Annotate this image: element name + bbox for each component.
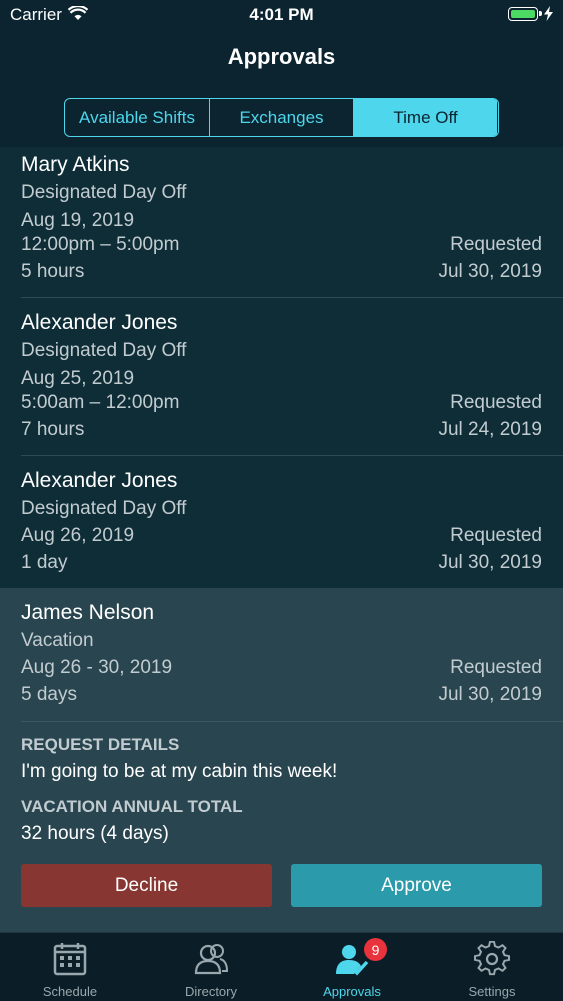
request-item[interactable]: Alexander Jones Designated Day Off Aug 2… [0,456,563,588]
employee-name: Alexander Jones [21,311,178,334]
request-date: Aug 25, 2019 [21,368,135,389]
approve-button[interactable]: Approve [291,864,542,907]
request-type: Designated Day Off [21,498,187,519]
request-details-label: REQUEST DETAILS [21,735,180,754]
request-type: Vacation [21,630,94,651]
request-duration: 1 day [21,552,68,573]
request-date: Aug 26, 2019 [21,525,135,546]
request-time: 12:00pm – 5:00pm [21,234,180,255]
divider [21,721,563,722]
tab-label: Approvals [323,984,381,999]
calendar-icon [53,943,87,976]
decline-button[interactable]: Decline [21,864,272,907]
status-label: Requested [450,234,542,255]
status-label: Requested [450,392,542,413]
status-label: Requested [450,525,542,546]
status-time: 4:01 PM [249,5,314,24]
segmented-control: Available Shifts Exchanges Time Off [64,98,499,137]
employee-name: James Nelson [21,601,155,624]
tab-settings[interactable]: Settings [422,933,562,1001]
tab-label: Settings [468,984,516,999]
annual-total-value: 32 hours (4 days) [21,823,169,844]
gear-icon [474,941,510,976]
request-duration: 5 days [21,684,77,705]
request-date: Aug 19, 2019 [21,210,135,231]
tab-bar: Schedule Directory 9 Approvals Settings [0,932,563,1001]
request-item[interactable]: Alexander Jones Designated Day Off Aug 2… [0,298,563,456]
tab-directory[interactable]: Directory [141,933,281,1001]
request-type: Designated Day Off [21,182,187,203]
status-bar: Carrier 4:01 PM [0,0,563,30]
segment-available-shifts[interactable]: Available Shifts [65,99,210,136]
page-title: Approvals [227,44,336,69]
request-type: Designated Day Off [21,340,187,361]
segment-time-off[interactable]: Time Off [354,99,497,136]
charging-icon [544,6,553,21]
request-details-text: I'm going to be at my cabin this week! [21,761,338,782]
request-duration: 7 hours [21,419,85,440]
employee-name: Alexander Jones [21,469,178,492]
tab-label: Directory [184,984,237,999]
request-date: Aug 26 - 30, 2019 [21,657,173,678]
status-date: Jul 30, 2019 [438,261,542,282]
segment-exchanges[interactable]: Exchanges [210,99,354,136]
status-date: Jul 30, 2019 [438,552,542,573]
request-item[interactable]: Mary Atkins Designated Day Off Aug 19, 2… [0,147,563,298]
request-list: Mary Atkins Designated Day Off Aug 19, 2… [0,147,563,933]
status-date: Jul 24, 2019 [438,419,542,440]
tab-label: Schedule [42,984,98,999]
annual-total-label: VACATION ANNUAL TOTAL [21,797,243,816]
employee-name: Mary Atkins [21,153,130,176]
people-icon [194,944,229,975]
request-duration: 5 hours [21,261,85,282]
tab-schedule[interactable]: Schedule [0,933,140,1001]
request-time: 5:00am – 12:00pm [21,392,180,413]
notification-badge: 9 [364,938,387,961]
status-date: Jul 30, 2019 [438,684,542,705]
status-label: Requested [450,657,542,678]
tab-approvals[interactable]: 9 Approvals [282,933,422,1001]
battery-icon [508,7,542,21]
